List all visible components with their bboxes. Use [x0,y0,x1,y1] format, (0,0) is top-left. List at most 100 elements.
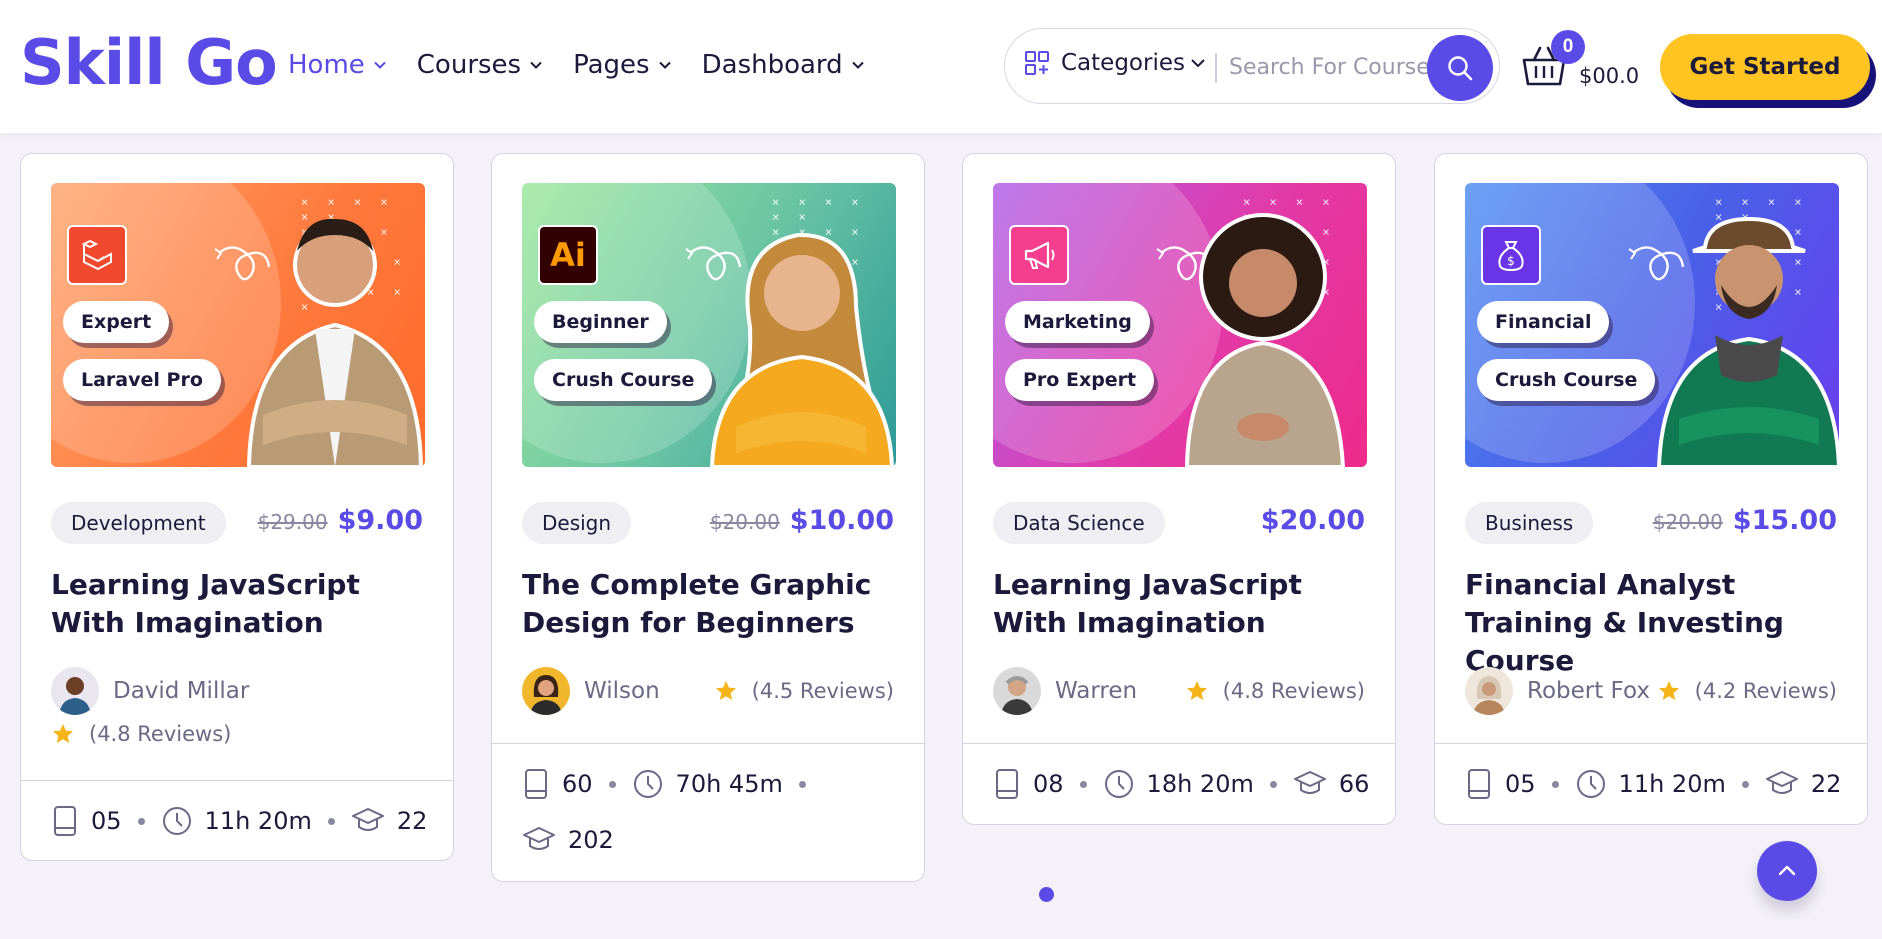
card-divider [21,780,453,781]
search-bar: Categories [1004,28,1500,104]
graduation-cap-icon [1293,771,1326,794]
illustrator-icon: Ai [538,225,598,285]
author-name: Robert Fox [1527,678,1650,704]
current-price: $9.00 [337,505,423,536]
duration: 18h 20m [1103,768,1254,800]
cart-count-badge: 0 [1551,30,1585,64]
old-price: $20.00 [709,510,780,534]
students-value: 202 [568,826,614,854]
course-author[interactable]: Robert Fox [1465,667,1650,715]
duration: 11h 20m [1575,768,1726,800]
students-count: 202 [522,825,614,855]
nav-item-courses[interactable]: Courses [417,50,543,80]
meta-separator [608,780,616,788]
course-tag: Laravel Pro [63,359,221,401]
course-author[interactable]: Wilson [522,667,660,715]
lessons-count: 05 [51,805,122,837]
card-divider [492,743,924,744]
category-badge[interactable]: Design [522,502,632,544]
course-thumbnail[interactable]: × × × × × ×× × × × × ×× × × × × ×× × × ×… [1465,183,1839,467]
book-icon [525,769,547,799]
search-input[interactable] [1229,49,1429,85]
course-meta: 202 [522,825,614,855]
lessons-count: 60 [522,768,593,800]
duration-value: 70h 45m [675,770,783,798]
book-icon [996,769,1018,799]
search-icon [1448,56,1473,81]
course-title[interactable]: Learning JavaScript With Imagination [993,566,1373,642]
course-thumbnail[interactable]: × × × × × ×× × × × × ×× × × × × ×× × × ×… [522,183,896,467]
category-badge[interactable]: Development [51,502,226,544]
duration-value: 11h 20m [204,807,312,835]
course-meta: 05 11h 20m 22 [51,805,427,837]
category-badge[interactable]: Data Science [993,502,1165,544]
students-value: 22 [396,807,428,835]
course-author[interactable]: David Millar [51,667,249,715]
lessons-value: 08 [1033,770,1064,798]
course-title[interactable]: Learning JavaScript With Imagination [51,566,431,642]
course-card[interactable]: × × × × × ×× × × × × ×× × × × × ×× × × ×… [1434,153,1868,825]
course-tag: Financial [1477,301,1610,343]
category-badge[interactable]: Business [1465,502,1594,544]
course-tag: Marketing [1005,301,1150,343]
instructor-photo [1656,216,1839,467]
nav-item-pages[interactable]: Pages [573,50,672,80]
students-value: 22 [1810,770,1842,798]
course-thumbnail[interactable]: × × × × × ×× × × × × ×× × × × × ×× × × ×… [993,183,1367,467]
course-card[interactable]: × × × × × ×× × × × × × × × × × × × Exper… [20,153,454,861]
course-price: $20.00 $10.00 [710,505,894,536]
scroll-to-top-button[interactable] [1757,841,1817,901]
site-logo[interactable]: Skill Go [20,26,278,99]
duration-value: 18h 20m [1146,770,1254,798]
star-icon [1658,681,1679,700]
students-count: 22 [1765,769,1842,799]
search-button[interactable] [1427,35,1493,101]
reviews-text: (4.5 Reviews) [751,679,894,703]
meta-separator [327,817,335,825]
chevron-down-icon [851,61,864,69]
instructor-photo [709,232,895,467]
card-divider [963,743,1395,744]
course-tag: Pro Expert [1005,359,1155,401]
book-icon [54,806,76,836]
reviews-text: (4.2 Reviews) [1694,679,1837,703]
course-rating: (4.8 Reviews) [1185,679,1365,703]
graduation-cap-icon [1765,771,1798,794]
avatar [51,667,99,715]
lessons-count: 05 [1465,768,1536,800]
lessons-value: 60 [562,770,593,798]
course-card[interactable]: × × × × × ×× × × × × ×× × × × × ×× × × ×… [962,153,1396,825]
book-icon [1468,769,1490,799]
reviews-text: (4.8 Reviews) [89,722,232,746]
laravel-icon [67,225,127,285]
clock-icon [633,770,662,798]
course-title[interactable]: The Complete Graphic Design for Beginner… [522,566,902,642]
students-count: 66 [1293,769,1369,799]
old-price: $29.00 [257,510,328,534]
course-card[interactable]: × × × × × ×× × × × × ×× × × × × ×× × × ×… [491,153,925,882]
carousel-pagination-dot[interactable] [1039,887,1054,902]
course-rating: (4.5 Reviews) [714,679,894,703]
star-icon [1186,681,1207,700]
chevron-down-icon [530,61,542,69]
star-icon [53,724,73,743]
course-author[interactable]: Warren [993,667,1137,715]
clock-icon [1104,770,1133,798]
course-meta: 05 11h 20m 22 [1465,768,1841,800]
current-price: $10.00 [789,505,894,536]
course-tag: Crush Course [534,359,713,401]
instructor-photo [1184,213,1346,467]
nav-label: Pages [573,50,650,80]
nav-item-home[interactable]: Home [288,50,387,80]
meta-separator [1741,780,1749,788]
nav-label: Courses [416,50,522,80]
nav-item-dashboard[interactable]: Dashboard [702,50,865,80]
course-title[interactable]: Financial Analyst Training & Investing C… [1465,566,1845,680]
categories-label: Categories [1061,50,1185,76]
get-started-button[interactable]: Get Started [1660,34,1870,100]
course-thumbnail[interactable]: × × × × × ×× × × × × × × × × × × × Exper… [51,183,425,467]
meta-separator [137,817,145,825]
star-icon [715,681,736,700]
categories-dropdown[interactable]: Categories [1023,49,1217,77]
current-price: $20.00 [1260,505,1365,536]
